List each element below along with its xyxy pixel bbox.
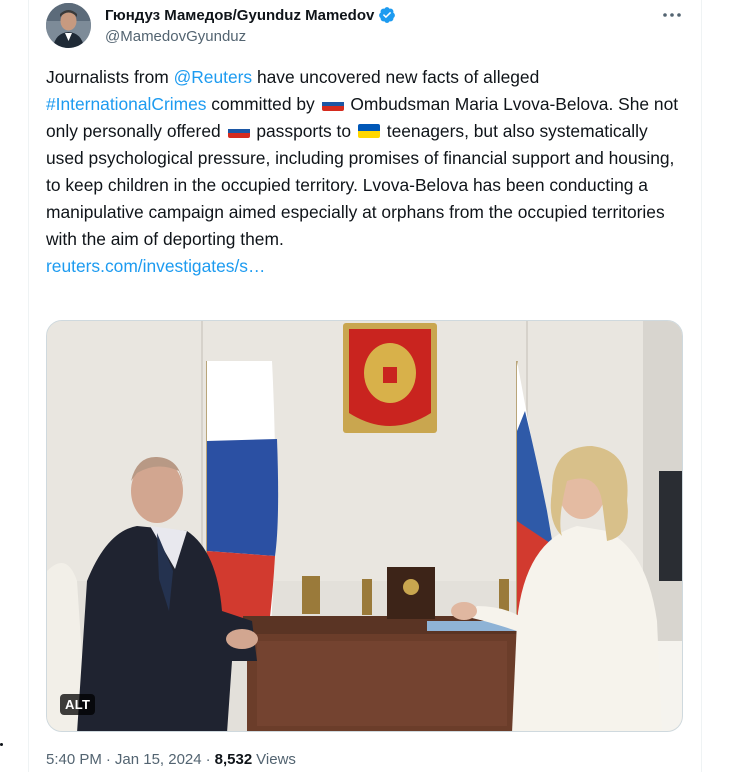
tweet-text-segment: Journalists from <box>46 67 174 87</box>
more-options-button[interactable] <box>655 4 689 26</box>
alt-text-badge[interactable]: ALT <box>60 694 96 715</box>
views-count[interactable]: 8,532 <box>215 751 253 768</box>
tweet-text-segment: committed by <box>206 94 320 114</box>
edge-dot <box>0 743 3 746</box>
more-icon <box>663 13 681 17</box>
tweet[interactable]: Гюндуз Мамедов/Gyunduz Mamedov @MamedovG… <box>29 0 701 772</box>
avatar-image <box>46 3 91 48</box>
views-label: Views <box>256 751 296 768</box>
ukraine-flag-icon <box>357 124 380 138</box>
tweet-time[interactable]: 5:40 PM <box>46 751 102 768</box>
avatar[interactable] <box>46 3 91 48</box>
meta-separator: · <box>105 751 111 768</box>
display-name[interactable]: Гюндуз Мамедов/Gyunduz Mamedov <box>105 7 374 24</box>
column-right-border <box>701 0 702 772</box>
meta-separator: · <box>205 751 211 768</box>
tweet-text: Journalists from @Reuters have uncovered… <box>46 64 686 280</box>
russia-flag-icon <box>227 124 250 138</box>
tweet-text-segment: passports to <box>251 121 356 141</box>
mention-link[interactable]: @Reuters <box>174 67 253 87</box>
tweet-text-segment: have uncovered new facts of alleged <box>252 67 540 87</box>
tweet-photo[interactable]: ALT <box>46 320 683 732</box>
tweet-date[interactable]: Jan 15, 2024 <box>115 751 202 768</box>
tweet-header: Гюндуз Мамедов/Gyunduz Mamedov @MamedovG… <box>105 4 396 45</box>
tweet-metadata: 5:40 PM · Jan 15, 2024 · 8,532 Views <box>46 751 296 768</box>
photo-image <box>47 321 682 731</box>
hashtag-link[interactable]: #InternationalCrimes <box>46 94 206 114</box>
russia-flag-icon <box>321 97 344 111</box>
handle[interactable]: @MamedovGyunduz <box>105 28 396 45</box>
external-link[interactable]: reuters.com/investigates/s… <box>46 253 686 280</box>
verified-badge-icon[interactable] <box>378 6 396 24</box>
